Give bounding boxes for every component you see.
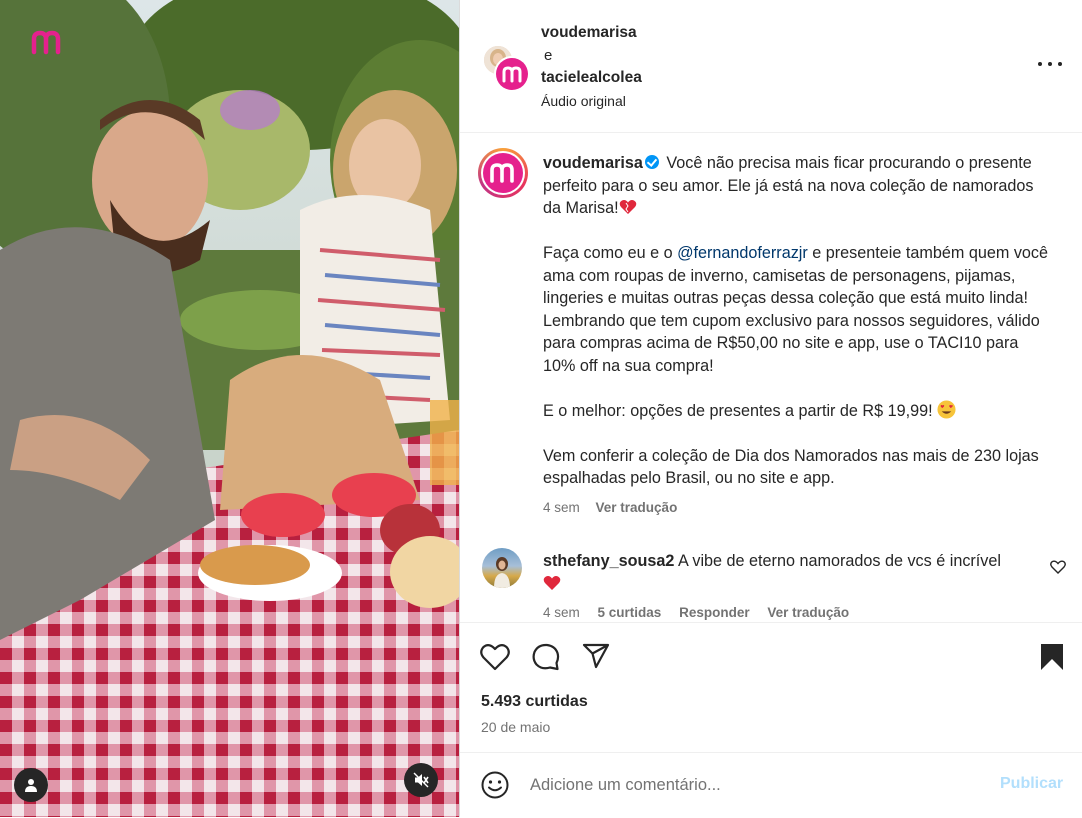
collab-avatars[interactable] bbox=[482, 44, 530, 92]
picnic-scene-image bbox=[0, 0, 459, 817]
post-video[interactable] bbox=[0, 0, 459, 817]
caption-text: voudemarisa Você não precisa mais ficar … bbox=[543, 152, 1053, 490]
comment-like-icon[interactable] bbox=[1050, 560, 1066, 574]
smiley-icon[interactable] bbox=[481, 771, 509, 799]
comment-time[interactable]: 4 sem bbox=[543, 605, 580, 620]
comment-input[interactable] bbox=[530, 771, 970, 799]
post-date[interactable]: 20 de maio bbox=[481, 719, 550, 735]
comment-button[interactable] bbox=[532, 643, 560, 671]
instagram-post-modal: voudemarisa e tacielealcolea Áudio origi… bbox=[0, 0, 1082, 817]
user-tag-button[interactable] bbox=[14, 768, 48, 802]
caption-text-2-post: e presenteie também quem você ama com ro… bbox=[543, 244, 1049, 420]
marisa-logo-icon bbox=[30, 28, 64, 56]
caption-text-3: Vem conferir a coleção de Dia dos Namora… bbox=[543, 446, 1039, 488]
bookmark-filled-icon[interactable] bbox=[1040, 643, 1064, 671]
caption-meta: 4 sem Ver tradução bbox=[543, 500, 677, 515]
more-options-icon[interactable] bbox=[1038, 56, 1062, 72]
likes-count[interactable]: 5.493 curtidas bbox=[481, 693, 588, 711]
add-comment-bar: Publicar bbox=[460, 752, 1082, 818]
header-connector: e bbox=[544, 46, 553, 64]
comment-body: A vibe de eterno namorados de vcs é incr… bbox=[674, 552, 1001, 570]
mute-button[interactable] bbox=[404, 763, 438, 797]
caption-avatar[interactable] bbox=[478, 148, 528, 198]
collab-names: voudemarisa e tacielealcolea Áudio origi… bbox=[541, 22, 642, 112]
commenter-username[interactable]: sthefany_sousa2 bbox=[543, 552, 674, 570]
speaker-muted-icon bbox=[413, 772, 429, 788]
header-username-1[interactable]: voudemarisa bbox=[541, 22, 642, 45]
post-details-panel: voudemarisa e tacielealcolea Áudio origi… bbox=[459, 0, 1082, 817]
caption-translate-link[interactable]: Ver tradução bbox=[596, 500, 678, 515]
comment-translate-link[interactable]: Ver tradução bbox=[767, 605, 849, 620]
heart-eyes-emoji-icon bbox=[937, 399, 956, 419]
red-heart-emoji-icon bbox=[543, 575, 561, 590]
caption-time[interactable]: 4 sem bbox=[543, 500, 580, 515]
share-button[interactable] bbox=[582, 643, 610, 669]
audio-link[interactable]: Áudio original bbox=[541, 90, 642, 113]
caption-mention-link[interactable]: @fernandoferrazjr bbox=[677, 244, 808, 262]
verified-badge-icon bbox=[644, 155, 659, 169]
header-username-2[interactable]: tacielealcolea bbox=[541, 67, 642, 90]
like-button[interactable] bbox=[480, 643, 510, 671]
comment-meta: 4 sem 5 curtidas Responder Ver tradução bbox=[543, 605, 863, 620]
post-actions: 5.493 curtidas 20 de maio bbox=[460, 622, 1082, 753]
voudemarisa-avatar-small[interactable] bbox=[494, 56, 530, 92]
comment-reply-button[interactable]: Responder bbox=[679, 605, 750, 620]
caption-text-2-pre: Faça como eu e o bbox=[543, 244, 673, 262]
commenter-avatar[interactable] bbox=[482, 548, 522, 588]
post-header: voudemarisa e tacielealcolea Áudio origi… bbox=[460, 0, 1082, 133]
comment-likes[interactable]: 5 curtidas bbox=[598, 605, 662, 620]
comment-text: sthefany_sousa2 A vibe de eterno namorad… bbox=[543, 550, 1013, 595]
publish-button[interactable]: Publicar bbox=[1000, 775, 1063, 793]
caption-username[interactable]: voudemarisa bbox=[543, 154, 643, 172]
heart-emoji-icon bbox=[619, 200, 636, 214]
user-tag-icon bbox=[25, 779, 37, 792]
